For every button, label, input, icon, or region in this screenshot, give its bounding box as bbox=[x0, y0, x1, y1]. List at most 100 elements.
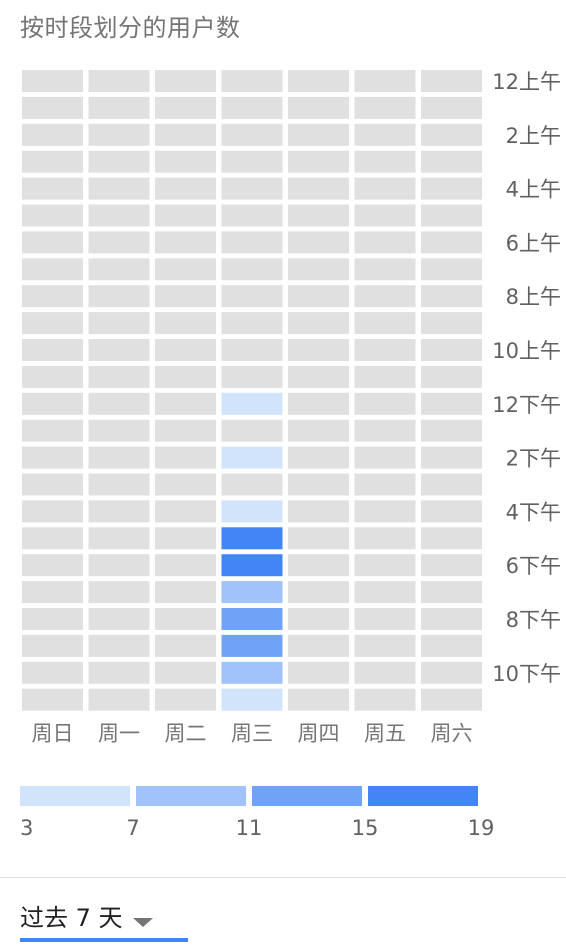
heatmap-cell bbox=[88, 150, 150, 173]
heatmap-cell bbox=[22, 661, 83, 684]
heatmap-cell bbox=[221, 258, 283, 281]
hour-label: 4下午 bbox=[506, 500, 561, 524]
hour-label: 2下午 bbox=[506, 447, 561, 471]
heatmap-cell bbox=[88, 96, 150, 119]
heatmap-cell bbox=[421, 123, 482, 146]
heatmap-cell bbox=[421, 258, 482, 281]
heatmap-cell bbox=[354, 70, 416, 92]
heatmap-cell bbox=[421, 419, 482, 442]
heatmap-cell bbox=[88, 204, 150, 227]
legend-swatch bbox=[136, 786, 246, 806]
heatmap-cell bbox=[221, 527, 283, 550]
heatmap-cell bbox=[155, 365, 216, 388]
heatmap-cell bbox=[221, 312, 283, 335]
heatmap-cell bbox=[288, 446, 349, 469]
heatmap-cell bbox=[421, 285, 482, 308]
heatmap-cell bbox=[88, 554, 150, 577]
heatmap-cell bbox=[221, 392, 283, 415]
heatmap-cell bbox=[354, 500, 416, 523]
heatmap-cell bbox=[88, 581, 150, 604]
heatmap-cell bbox=[221, 339, 283, 361]
heatmap-cell bbox=[155, 581, 216, 604]
heatmap-cell bbox=[88, 634, 150, 657]
heatmap-cell bbox=[88, 365, 150, 388]
heatmap-cell bbox=[22, 70, 83, 92]
heatmap-cell bbox=[221, 473, 283, 496]
heatmap-cell bbox=[221, 150, 283, 173]
heatmap-cell bbox=[421, 608, 482, 630]
heatmap-cell bbox=[22, 177, 83, 200]
heatmap-cell bbox=[155, 123, 216, 146]
heatmap-cell bbox=[22, 231, 83, 254]
heatmap-cell bbox=[288, 527, 349, 550]
heatmap-cell bbox=[288, 473, 349, 496]
heatmap-cell bbox=[221, 661, 283, 684]
date-range-dropdown[interactable]: 过去 7 天 bbox=[20, 898, 153, 942]
heatmap-cell bbox=[288, 581, 349, 604]
heatmap-cell bbox=[288, 285, 349, 308]
heatmap-cell bbox=[288, 177, 349, 200]
heatmap-cell bbox=[421, 527, 482, 550]
heatmap-cell bbox=[288, 231, 349, 254]
heatmap-cell bbox=[88, 419, 150, 442]
heatmap-cell bbox=[221, 70, 283, 92]
heatmap-cell bbox=[88, 231, 150, 254]
heatmap-cell bbox=[288, 392, 349, 415]
heatmap-cell bbox=[22, 500, 83, 523]
heatmap-cell bbox=[421, 392, 482, 415]
heatmap-cell bbox=[22, 258, 83, 281]
day-label: 周六 bbox=[431, 722, 473, 746]
heatmap-cell bbox=[155, 285, 216, 308]
heatmap-cell bbox=[155, 473, 216, 496]
heatmap-cell bbox=[155, 608, 216, 630]
heatmap-cell bbox=[221, 204, 283, 227]
heatmap-cell bbox=[221, 285, 283, 308]
heatmap-cell bbox=[288, 339, 349, 361]
heatmap-cell bbox=[22, 96, 83, 119]
heatmap-cell bbox=[421, 365, 482, 388]
heatmap-cell bbox=[288, 500, 349, 523]
heatmap-cell bbox=[155, 96, 216, 119]
heatmap-cell bbox=[354, 258, 416, 281]
heatmap-cell bbox=[421, 339, 482, 361]
legend-swatch bbox=[252, 786, 362, 806]
heatmap-cell bbox=[155, 312, 216, 335]
heatmap-cell bbox=[354, 634, 416, 657]
heatmap-cell bbox=[421, 634, 482, 657]
heatmap-cell bbox=[221, 96, 283, 119]
heatmap-cell bbox=[88, 473, 150, 496]
heatmap-cell bbox=[354, 312, 416, 335]
hour-label: 10上午 bbox=[492, 339, 561, 363]
day-label: 周日 bbox=[32, 722, 74, 746]
heatmap-cell bbox=[354, 688, 416, 711]
heatmap-cell bbox=[421, 446, 482, 469]
heatmap-cell bbox=[88, 500, 150, 523]
heatmap-cell bbox=[155, 527, 216, 550]
heatmap-cell bbox=[221, 365, 283, 388]
legend-tick-label: 3 bbox=[20, 816, 33, 840]
heatmap-cell bbox=[288, 258, 349, 281]
heatmap-cell bbox=[22, 581, 83, 604]
heatmap-cell bbox=[288, 204, 349, 227]
heatmap-cell bbox=[354, 365, 416, 388]
heatmap-cell bbox=[221, 446, 283, 469]
heatmap-cell bbox=[88, 527, 150, 550]
heatmap-cell bbox=[421, 150, 482, 173]
legend-swatch bbox=[20, 786, 130, 806]
hour-label: 12上午 bbox=[492, 70, 561, 94]
dropdown-underline bbox=[20, 938, 188, 942]
heatmap-cell bbox=[421, 688, 482, 711]
day-label: 周二 bbox=[165, 722, 207, 746]
heatmap-cell bbox=[22, 554, 83, 577]
heatmap-cell bbox=[288, 96, 349, 119]
heatmap-cell bbox=[88, 123, 150, 146]
heatmap-cell bbox=[88, 339, 150, 361]
heatmap-cell bbox=[88, 70, 150, 92]
heatmap-cell bbox=[22, 123, 83, 146]
date-range-label: 过去 7 天 bbox=[20, 904, 123, 932]
heatmap-cell bbox=[354, 581, 416, 604]
heatmap-cell bbox=[22, 204, 83, 227]
heatmap-cell bbox=[155, 204, 216, 227]
heatmap-cell bbox=[22, 392, 83, 415]
heatmap-cell bbox=[155, 177, 216, 200]
